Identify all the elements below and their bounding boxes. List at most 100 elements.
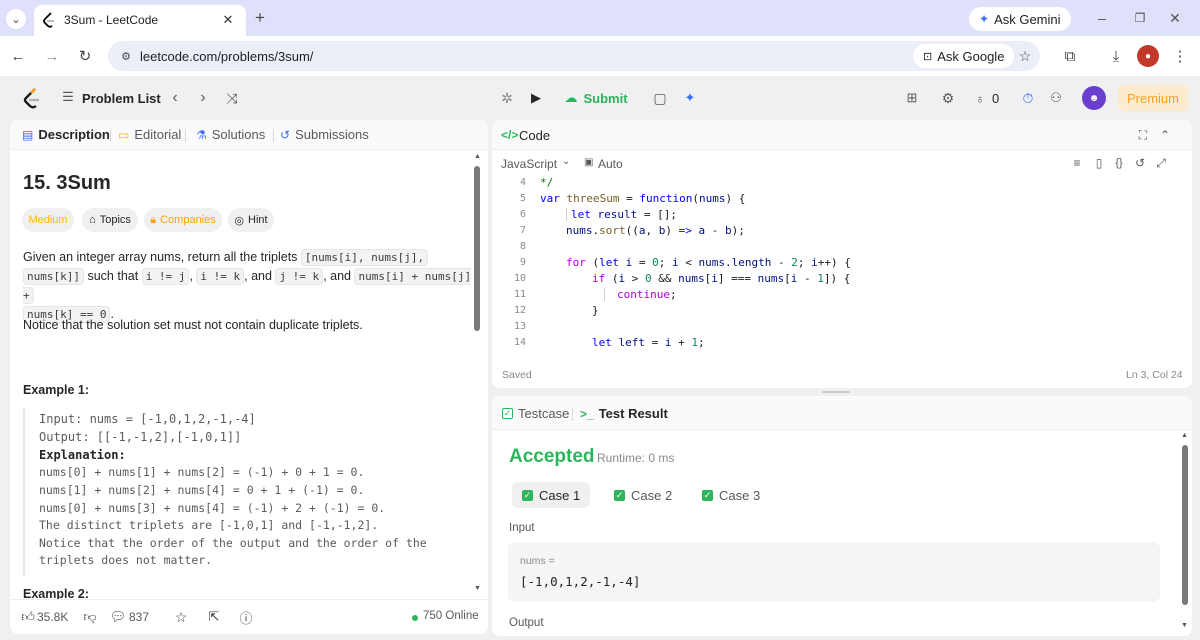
- leetcode-logo-icon[interactable]: [22, 88, 42, 110]
- auto-mode-label[interactable]: Auto: [598, 157, 623, 171]
- chevron-down-icon[interactable]: ⌄: [562, 156, 570, 167]
- ask-google-button[interactable]: ⊡ Ask Google: [913, 44, 1015, 68]
- debugger-icon[interactable]: ✲: [496, 88, 518, 108]
- param-name: nums =: [520, 555, 555, 567]
- braces-icon[interactable]: {}: [1111, 155, 1127, 171]
- case-1-button[interactable]: ✓ Case 1: [512, 482, 591, 508]
- settings-gear-icon[interactable]: ⚙: [938, 88, 958, 108]
- scroll-up-icon[interactable]: ▲: [1181, 432, 1188, 439]
- streak-count[interactable]: 0: [992, 91, 999, 106]
- random-problem-icon[interactable]: ⤨: [222, 88, 242, 108]
- tab-test-result[interactable]: >_ Test Result: [580, 406, 668, 421]
- scroll-down-icon[interactable]: ▼: [1181, 622, 1188, 629]
- companies-tag[interactable]: 🔒︎ Companies: [144, 208, 222, 232]
- url-text: leetcode.com/problems/3sum/: [140, 49, 314, 64]
- desc-code: [nums[i], nums[j],: [300, 249, 429, 266]
- case-2-button[interactable]: ✓ Case 2: [604, 482, 682, 508]
- example-explanation-line: Notice that the order of the output and …: [39, 536, 427, 550]
- thumbs-up-icon[interactable]: 👍︎: [20, 608, 36, 626]
- bookmark-icon[interactable]: ▯: [1091, 155, 1107, 171]
- favorite-star-icon[interactable]: ☆: [173, 608, 189, 626]
- result-scrollbar[interactable]: ▲ ▼: [1180, 432, 1190, 636]
- browser-tab[interactable]: 3Sum - LeetCode ✕: [34, 5, 246, 36]
- tab-description[interactable]: ▤ Description: [22, 127, 110, 142]
- extensions-icon[interactable]: ⧉: [1060, 46, 1080, 66]
- cloud-upload-icon: ☁: [564, 90, 578, 105]
- tab-search-icon[interactable]: ⌄: [6, 9, 26, 29]
- collapse-panel-icon[interactable]: ⌃: [1156, 126, 1174, 144]
- user-avatar[interactable]: ☻: [1082, 86, 1106, 110]
- ask-gemini-button[interactable]: ✦ Ask Gemini: [969, 7, 1071, 31]
- premium-button[interactable]: Premium: [1118, 85, 1188, 111]
- comments-count[interactable]: 837: [129, 610, 149, 624]
- topics-tag[interactable]: ⌂ Topics: [82, 208, 138, 232]
- expand-editor-icon[interactable]: ⤢: [1153, 155, 1169, 171]
- problem-list-link[interactable]: Problem List: [82, 91, 161, 106]
- code-line: }: [592, 304, 599, 317]
- format-icon[interactable]: ≡: [1069, 155, 1085, 171]
- address-bar[interactable]: ⚙ leetcode.com/problems/3sum/ ⊡ Ask Goog…: [108, 41, 1040, 71]
- code-line: nums.sort((a, b) => a - b);: [566, 224, 745, 237]
- tab-editorial[interactable]: ▭ Editorial: [118, 127, 181, 142]
- tab-close-icon[interactable]: ✕: [220, 12, 236, 28]
- submit-label: Submit: [583, 90, 628, 106]
- editorial-book-icon: ▭: [118, 127, 130, 142]
- ai-sparkle-icon[interactable]: ✦: [680, 88, 700, 108]
- code-line: */: [540, 176, 554, 189]
- profile-avatar[interactable]: ●: [1137, 45, 1159, 67]
- scroll-down-icon[interactable]: ▼: [474, 585, 481, 592]
- example-1-title: Example 1:: [23, 383, 90, 397]
- panel-resize-handle[interactable]: [822, 391, 850, 393]
- hint-tag[interactable]: ◎ Hint: [228, 208, 274, 232]
- notes-icon[interactable]: ▢: [650, 88, 670, 108]
- tab-solutions[interactable]: ⚗ Solutions: [196, 127, 265, 142]
- next-problem-icon[interactable]: ›: [194, 88, 212, 108]
- case-3-button[interactable]: ✓ Case 3: [692, 482, 770, 508]
- submit-button[interactable]: ☁ Submit: [556, 86, 636, 110]
- desc-text: such that: [87, 269, 139, 283]
- browser-menu-icon[interactable]: ⋮: [1170, 46, 1190, 66]
- forward-icon[interactable]: →: [42, 46, 62, 66]
- example-output-line: Output: [[-1,-1,2],[-1,0,1]]: [39, 430, 242, 444]
- prev-problem-icon[interactable]: ‹: [166, 88, 184, 108]
- tab-submissions[interactable]: ↺ Submissions: [280, 127, 369, 142]
- comment-icon[interactable]: 💬︎: [110, 608, 127, 626]
- description-tab-bar: ▤ Description ▭ Editorial ⚗ Solutions ↺ …: [10, 120, 488, 150]
- fullscreen-icon[interactable]: ⛶: [1134, 126, 1152, 144]
- likes-count[interactable]: 35.8K: [37, 610, 68, 624]
- download-icon[interactable]: ⤓: [1106, 46, 1126, 66]
- check-icon: ✓: [522, 489, 533, 501]
- share-icon[interactable]: ⇱: [206, 608, 222, 626]
- new-tab-icon[interactable]: +: [250, 8, 270, 28]
- result-scroll-thumb[interactable]: [1182, 445, 1188, 605]
- example-explanation-label: Explanation:: [39, 448, 126, 462]
- add-friend-icon[interactable]: ⚇: [1046, 88, 1066, 108]
- code-line: let result = [];: [566, 208, 677, 221]
- description-scroll-thumb[interactable]: [474, 166, 480, 331]
- code-line: var threeSum = function(nums) {: [540, 192, 746, 205]
- description-scrollbar[interactable]: ▲ ▼: [473, 153, 483, 593]
- run-icon[interactable]: ▶: [526, 88, 546, 108]
- tab-testcase[interactable]: ✓ Testcase: [502, 406, 569, 421]
- case-3-label: Case 3: [719, 487, 761, 503]
- case-1-label: Case 1: [539, 487, 581, 503]
- reset-code-icon[interactable]: ↺: [1132, 155, 1148, 171]
- language-select[interactable]: JavaScript: [501, 157, 557, 171]
- gemini-sparkle-icon: ✦: [979, 12, 990, 26]
- scroll-up-icon[interactable]: ▲: [474, 153, 481, 160]
- line-number: 8: [519, 241, 526, 252]
- minimize-icon[interactable]: –: [1092, 8, 1112, 28]
- leetcode-favicon-icon: [42, 12, 56, 28]
- thumbs-down-icon[interactable]: 👎︎: [82, 608, 98, 626]
- ask-google-label: Ask Google: [937, 48, 1005, 64]
- help-icon[interactable]: ⓘ: [238, 608, 254, 626]
- site-info-icon[interactable]: ⚙: [116, 46, 136, 66]
- bookmark-star-icon[interactable]: ☆: [1015, 46, 1035, 66]
- reload-icon[interactable]: ↻: [75, 46, 95, 66]
- window-close-icon[interactable]: ✕: [1165, 8, 1185, 28]
- timer-icon[interactable]: ⏱: [1018, 88, 1038, 108]
- back-icon[interactable]: ←: [8, 46, 28, 66]
- restore-icon[interactable]: ❐: [1130, 8, 1150, 28]
- editor-toolbar: JavaScript ⌄ ▣ Auto ≡ ▯ {} ↺ ⤢: [492, 150, 1192, 176]
- layout-icon[interactable]: ⊞: [902, 88, 922, 108]
